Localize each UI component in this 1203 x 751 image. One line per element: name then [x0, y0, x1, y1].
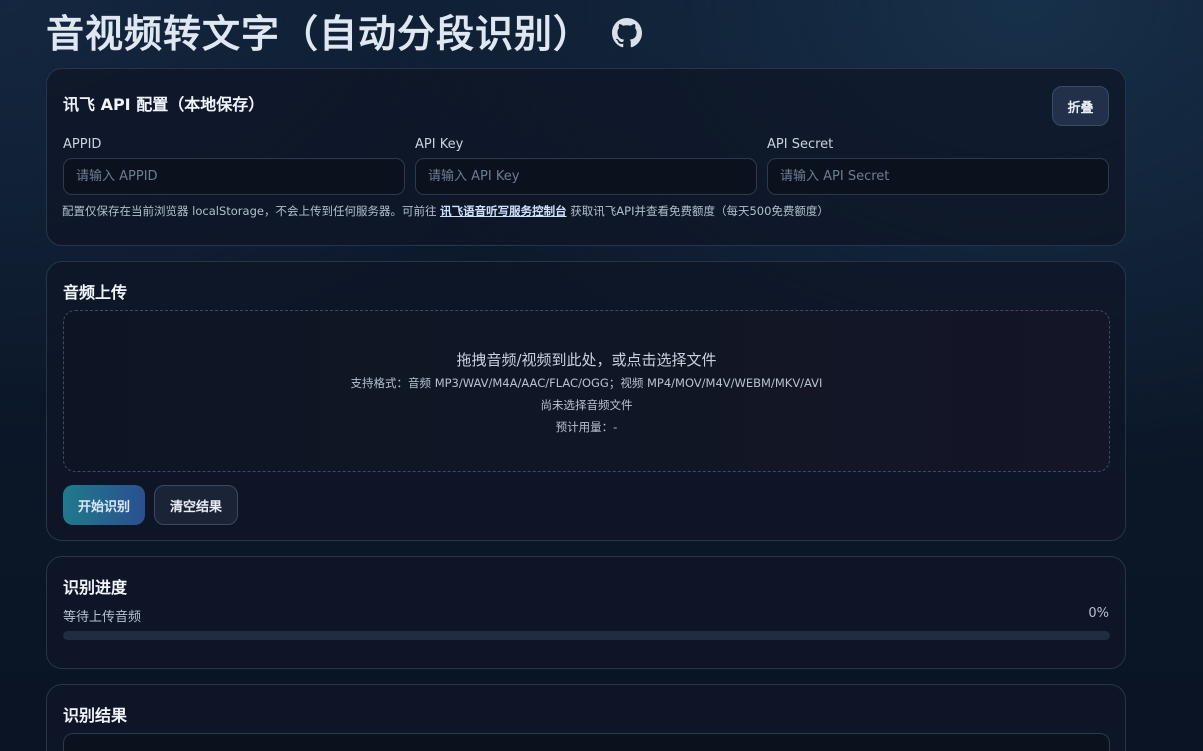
file-status: 尚未选择音频文件 — [540, 398, 633, 412]
appid-input[interactable] — [63, 158, 405, 195]
progress-percent: 0% — [1088, 606, 1109, 621]
page-header: 音视频转文字（自动分段识别） — [46, 6, 643, 56]
upload-title: 音频上传 — [63, 283, 128, 302]
progress-title: 识别进度 — [63, 578, 128, 597]
appid-label: APPID — [63, 137, 102, 152]
console-link[interactable]: 讯飞语音听写服务控制台 — [440, 204, 567, 218]
result-output[interactable] — [63, 733, 1110, 751]
upload-card: 音频上传 拖拽音频/视频到此处，或点击选择文件 支持格式：音频 MP3/WAV/… — [46, 261, 1126, 541]
dropzone-instruction: 拖拽音频/视频到此处，或点击选择文件 — [456, 351, 717, 369]
apikey-input[interactable] — [415, 158, 757, 195]
apikey-label: API Key — [415, 137, 464, 152]
start-recognition-button[interactable]: 开始识别 — [63, 485, 145, 525]
api-config-title: 讯飞 API 配置（本地保存） — [63, 95, 265, 114]
page-title: 音视频转文字（自动分段识别） — [46, 11, 593, 56]
apisecret-label: API Secret — [767, 137, 834, 152]
result-card: 识别结果 — [46, 684, 1126, 751]
supported-formats: 支持格式：音频 MP3/WAV/M4A/AAC/FLAC/OGG；视频 MP4/… — [350, 376, 823, 390]
usage-estimate: 预计用量：- — [555, 420, 618, 434]
apisecret-input[interactable] — [767, 158, 1109, 195]
progress-card: 识别进度 等待上传音频 0% — [46, 556, 1126, 669]
config-hint: 配置仅保存在当前浏览器 localStorage，不会上传到任何服务器。可前往 … — [62, 203, 829, 219]
progress-bar — [63, 631, 1110, 640]
file-dropzone[interactable]: 拖拽音频/视频到此处，或点击选择文件 支持格式：音频 MP3/WAV/M4A/A… — [63, 310, 1110, 472]
github-icon[interactable] — [612, 18, 643, 48]
progress-status: 等待上传音频 — [63, 610, 142, 625]
hint-prefix: 配置仅保存在当前浏览器 localStorage，不会上传到任何服务器。可前往 — [62, 204, 441, 218]
result-title: 识别结果 — [63, 706, 128, 725]
clear-results-button[interactable]: 清空结果 — [154, 485, 238, 525]
api-config-card: 讯飞 API 配置（本地保存） 折叠 APPID API Key API Sec… — [46, 68, 1126, 246]
collapse-button[interactable]: 折叠 — [1052, 86, 1109, 126]
hint-suffix: 获取讯飞API并查看免费额度（每天500免费额度） — [566, 204, 829, 218]
